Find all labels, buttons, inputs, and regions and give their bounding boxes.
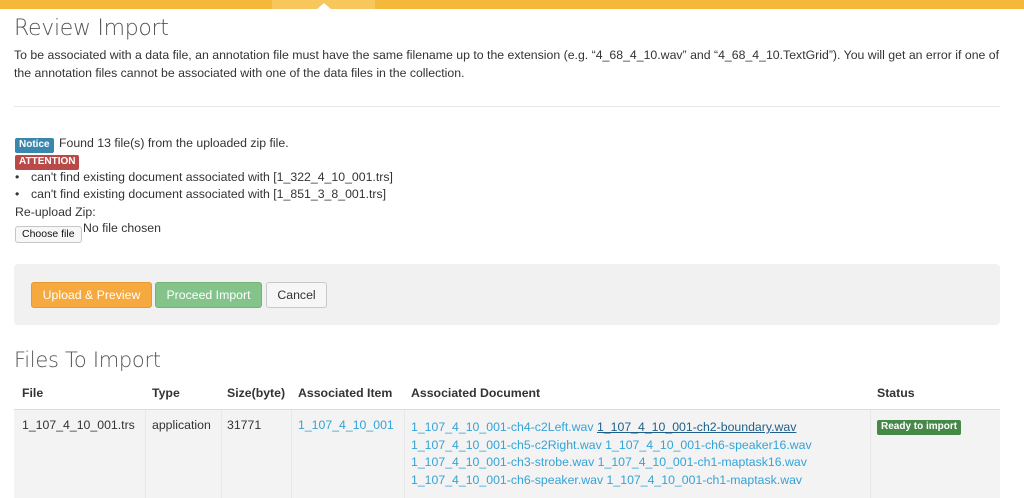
document-link[interactable]: 1_107_4_10_001-ch1-maptask.wav [607, 473, 803, 487]
choose-file-button[interactable]: Choose file [15, 226, 82, 243]
status-badge: Ready to import [877, 420, 962, 435]
cell-size: 31771 [227, 418, 262, 432]
notice-line: Notice Found 13 file(s) from the uploade… [15, 136, 289, 153]
attention-line: ATTENTION [15, 153, 80, 170]
document-link[interactable]: 1_107_4_10_001-ch4-c2Left.wav [411, 420, 594, 434]
cell-file: 1_107_4_10_001.trs [22, 418, 135, 432]
column-divider [221, 410, 222, 498]
cell-type: application [152, 418, 211, 432]
notice-message: Found 13 file(s) from the uploaded zip f… [58, 136, 289, 150]
notice-badge: Notice [15, 138, 54, 153]
document-link[interactable]: 1_107_4_10_001-ch5-c2Right.wav [411, 438, 602, 452]
column-divider [145, 410, 146, 498]
document-link[interactable]: 1_107_4_10_001-ch6-speaker.wav [411, 473, 603, 487]
document-link[interactable]: 1_107_4_10_001-ch6-speaker16.wav [605, 438, 811, 452]
column-header-type: Type [152, 386, 180, 400]
cell-associated-documents: 1_107_4_10_001-ch4-c2Left.wav 1_107_4_10… [411, 419, 812, 489]
reupload-label: Re-upload Zip: [15, 205, 96, 219]
page-title: Review Import [14, 16, 169, 41]
top-nav-bar [0, 0, 1024, 10]
column-divider [291, 410, 292, 498]
error-list: can't find existing document associated … [15, 169, 393, 203]
column-divider [870, 410, 871, 498]
document-link[interactable]: 1_107_4_10_001-ch1-maptask16.wav [598, 455, 807, 469]
column-header-file: File [22, 386, 44, 400]
error-item: can't find existing document associated … [15, 186, 393, 203]
column-header-status: Status [877, 386, 915, 400]
column-header-associated-item: Associated Item [298, 386, 393, 400]
upload-preview-button[interactable]: Upload & Preview [31, 282, 152, 308]
column-divider [404, 410, 405, 498]
active-tab-caret-icon [316, 3, 332, 10]
cancel-button[interactable]: Cancel [266, 282, 327, 308]
document-link[interactable]: 1_107_4_10_001-ch2-boundary.wav [597, 420, 796, 434]
intro-text: To be associated with a data file, an an… [14, 48, 1000, 80]
cell-associated-item-link[interactable]: 1_107_4_10_001 [298, 418, 394, 432]
document-link[interactable]: 1_107_4_10_001-ch3-strobe.wav [411, 455, 594, 469]
proceed-import-button[interactable]: Proceed Import [155, 282, 262, 308]
error-item: can't find existing document associated … [15, 169, 393, 186]
files-section-title: Files To Import [14, 348, 161, 372]
column-header-size: Size(byte) [227, 386, 286, 400]
divider [14, 106, 1000, 107]
attention-badge: ATTENTION [15, 155, 80, 170]
file-status-text: No file chosen [83, 221, 161, 235]
column-header-associated-document: Associated Document [411, 386, 541, 400]
